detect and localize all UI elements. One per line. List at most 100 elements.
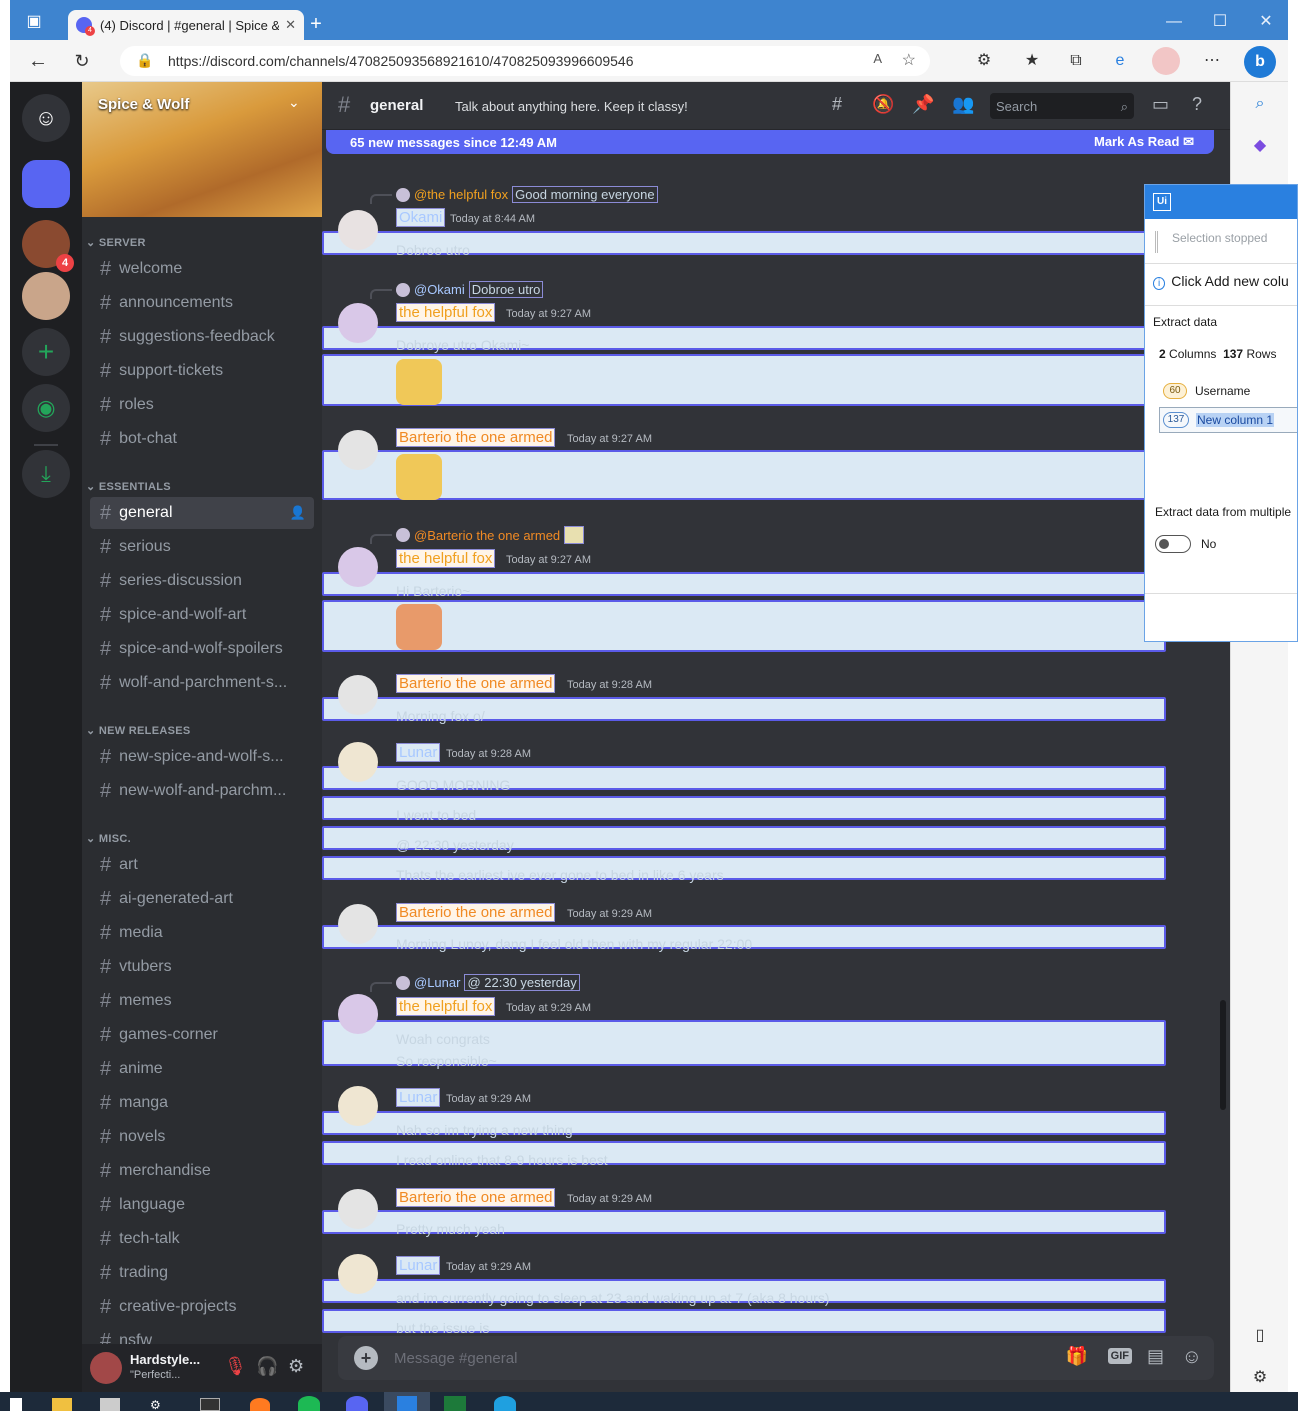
avatar[interactable] — [338, 742, 378, 782]
minimize-icon[interactable]: — — [1160, 8, 1188, 36]
new-tab-icon[interactable]: + — [302, 10, 330, 38]
reply-username[interactable]: @Lunar — [414, 975, 460, 990]
reply-username[interactable]: @Barterio the one armed — [414, 528, 560, 543]
download-icon[interactable]: ⤓ — [22, 450, 70, 498]
server-banner[interactable]: Spice & Wolf ⌄ — [82, 82, 322, 217]
channel-support-tickets[interactable]: # support-tickets — [90, 355, 314, 387]
file-explorer-icon[interactable] — [52, 1398, 72, 1411]
channel-new-wolf-and-parchm[interactable]: # new-wolf-and-parchm... — [90, 775, 314, 807]
category-new-releases[interactable]: ⌄ NEW RELEASES — [86, 724, 191, 737]
username[interactable]: Lunar — [396, 743, 441, 762]
add-favorite-icon[interactable]: ☆ — [902, 50, 916, 70]
channel-spice-and-wolf-spoilers[interactable]: # spice-and-wolf-spoilers — [90, 633, 314, 665]
favorites-icon[interactable]: ★ — [1018, 47, 1046, 75]
server-icon-2[interactable]: 4 — [22, 220, 74, 272]
channel-manga[interactable]: # manga — [90, 1087, 314, 1119]
channel-general[interactable]: # general 👤 — [90, 497, 314, 529]
username[interactable]: Barterio the one armed — [396, 1188, 556, 1207]
terminal-icon[interactable] — [200, 1398, 220, 1411]
extensions-icon[interactable]: ⚙ — [970, 47, 998, 75]
reply-preview[interactable]: @the helpful fox Good morning everyone — [370, 186, 658, 204]
channel-creative-projects[interactable]: # creative-projects — [90, 1291, 314, 1323]
channel-bot-chat[interactable]: # bot-chat — [90, 423, 314, 455]
channel-art[interactable]: # art — [90, 849, 314, 881]
username[interactable]: Barterio the one armed — [396, 674, 556, 693]
explore-icon[interactable]: ◉ — [22, 384, 70, 432]
headphones-icon[interactable]: 🎧 — [256, 1356, 278, 1377]
invite-icon[interactable]: 👤 — [290, 505, 306, 521]
close-window-icon[interactable]: ✕ — [1252, 8, 1280, 36]
back-icon[interactable]: ← — [24, 47, 52, 75]
username[interactable]: the helpful fox — [396, 303, 496, 322]
channel-trading[interactable]: # trading — [90, 1257, 314, 1289]
sticker-icon[interactable]: ▤ — [1147, 1346, 1164, 1367]
spotify-icon[interactable] — [298, 1396, 320, 1411]
message-input[interactable]: + Message #general 🎁 GIF ▤ ☺ — [338, 1336, 1214, 1380]
channel-serious[interactable]: # serious — [90, 531, 314, 563]
server-icon-3[interactable] — [22, 272, 70, 320]
avatar[interactable] — [338, 1254, 378, 1294]
channel-media[interactable]: # media — [90, 917, 314, 949]
reply-username[interactable]: @Okami — [414, 282, 465, 297]
channel-merchandise[interactable]: # merchandise — [90, 1155, 314, 1187]
search-input[interactable]: Search ⌕ — [990, 93, 1134, 119]
scrollbar[interactable] — [1220, 1000, 1226, 1110]
category-essentials[interactable]: ⌄ ESSENTIALS — [86, 480, 171, 493]
channel-roles[interactable]: # roles — [90, 389, 314, 421]
column-row-selected[interactable]: 137 New column 1 — [1159, 407, 1297, 433]
avatar[interactable] — [338, 1086, 378, 1126]
start-icon[interactable] — [10, 1398, 22, 1411]
mark-as-read-button[interactable]: Mark As Read ✉ — [1094, 134, 1194, 150]
avatar[interactable] — [338, 303, 378, 343]
threads-icon[interactable]: # — [832, 94, 842, 115]
channel-anime[interactable]: # anime — [90, 1053, 314, 1085]
channel-tech-talk[interactable]: # tech-talk — [90, 1223, 314, 1255]
emoji-icon[interactable]: ☺ — [1182, 1346, 1202, 1369]
search-icon[interactable]: ⌕ — [1246, 90, 1274, 118]
add-server-icon[interactable]: + — [22, 328, 70, 376]
more-icon[interactable]: ⋯ — [1198, 47, 1226, 75]
username[interactable]: Barterio the one armed — [396, 428, 556, 447]
channel-ai-generated-art[interactable]: # ai-generated-art — [90, 883, 314, 915]
column-name-input[interactable]: New column 1 — [1196, 413, 1275, 427]
browser-tab[interactable]: 4 (4) Discord | #general | Spice & W ✕ — [68, 10, 304, 40]
pin-icon[interactable]: 📌 — [912, 94, 934, 115]
collections-icon[interactable]: ⧉ — [1062, 47, 1090, 75]
close-tab-icon[interactable]: ✕ — [285, 17, 296, 33]
category-misc[interactable]: ⌄ MISC. — [86, 832, 131, 845]
taskbar-app-icon[interactable] — [100, 1398, 120, 1411]
username[interactable]: Lunar — [396, 1256, 441, 1275]
username[interactable]: Barterio the one armed — [396, 903, 556, 922]
maximize-icon[interactable]: ☐ — [1206, 8, 1234, 36]
members-icon[interactable]: 👥 — [952, 94, 974, 115]
channel-wolf-and-parchment-s[interactable]: # wolf-and-parchment-s... — [90, 667, 314, 699]
settings-gear-icon[interactable]: ⚙ — [288, 1356, 304, 1377]
chevron-down-icon[interactable]: ⌄ — [288, 94, 300, 111]
channel-new-spice-and-wolf-s[interactable]: # new-spice-and-wolf-s... — [90, 741, 314, 773]
channel-novels[interactable]: # novels — [90, 1121, 314, 1153]
settings-gear-icon[interactable]: ⚙ — [1246, 1364, 1274, 1392]
gift-icon[interactable]: 🎁 — [1066, 1346, 1088, 1367]
avatar[interactable] — [338, 210, 378, 250]
username[interactable]: the helpful fox — [396, 549, 496, 568]
avatar[interactable] — [338, 675, 378, 715]
avatar[interactable] — [338, 1189, 378, 1229]
notifications-icon[interactable]: 🔕 — [872, 94, 894, 115]
avatar[interactable] — [338, 547, 378, 587]
settings-gear-icon[interactable]: ⚙ — [150, 1398, 170, 1412]
url-field[interactable]: 🔒 https://discord.com/channels/470825093… — [120, 46, 930, 76]
username[interactable]: the helpful fox — [396, 997, 496, 1016]
excel-icon[interactable] — [444, 1396, 466, 1411]
reply-preview[interactable]: @Barterio the one armed — [370, 526, 585, 544]
channel-memes[interactable]: # memes — [90, 985, 314, 1017]
firefox-icon[interactable] — [250, 1398, 270, 1411]
discord-home-icon[interactable]: ☺ — [22, 94, 70, 142]
discord-icon[interactable] — [346, 1396, 368, 1411]
edge-icon[interactable] — [494, 1396, 516, 1411]
avatar[interactable] — [338, 904, 378, 944]
new-messages-bar[interactable]: 65 new messages since 12:49 AM Mark As R… — [326, 130, 1214, 154]
bing-icon[interactable]: b — [1244, 46, 1276, 78]
inbox-icon[interactable]: ▭ — [1152, 94, 1169, 115]
read-aloud-icon[interactable]: A — [873, 51, 882, 66]
help-icon[interactable]: ? — [1192, 94, 1202, 115]
